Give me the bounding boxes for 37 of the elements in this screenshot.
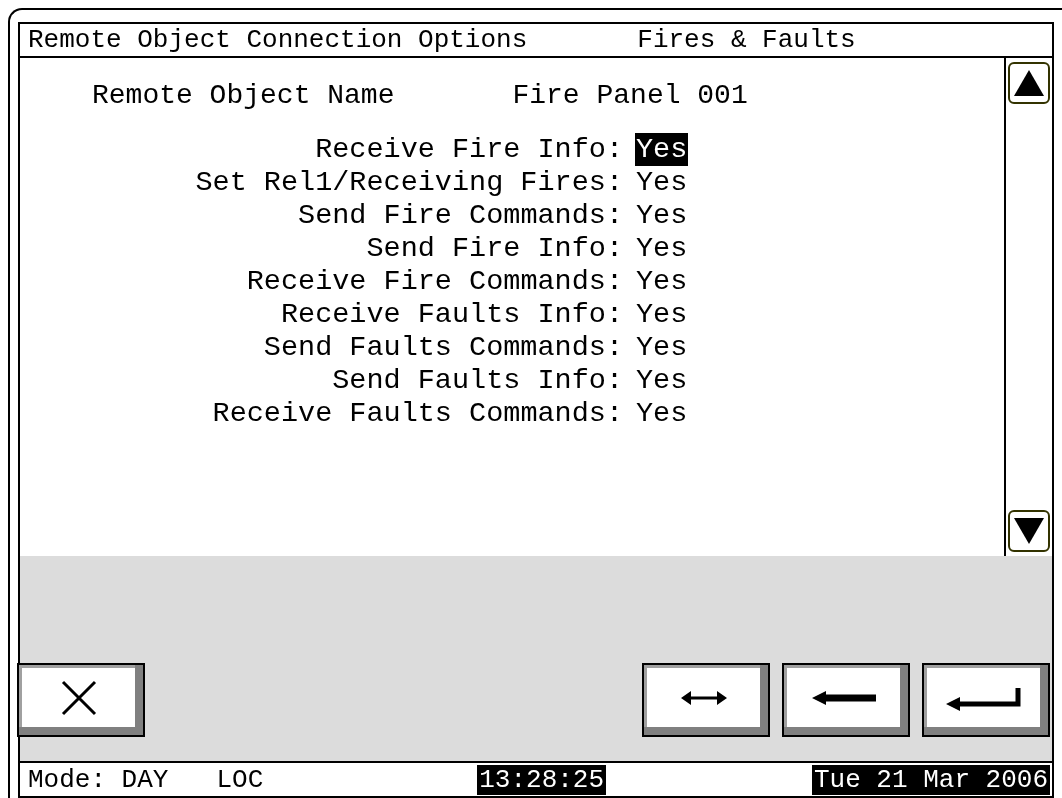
time-text: 13:28:25 — [477, 764, 607, 795]
field-label: Remote Object Name — [92, 79, 395, 111]
down-triangle-icon — [1014, 517, 1044, 544]
option-label: Send Fire Info: — [365, 231, 623, 265]
scroll-down-button[interactable] — [1008, 509, 1050, 552]
option-label: Send Faults Info: — [331, 363, 623, 397]
option-label: Receive Fire Commands: — [245, 264, 623, 298]
option-value[interactable]: Yes — [635, 198, 689, 232]
scroll-up-button[interactable] — [1008, 61, 1050, 104]
option-value[interactable]: Yes — [635, 297, 689, 331]
option-value[interactable]: Yes — [635, 330, 689, 364]
option-value[interactable]: Yes — [635, 165, 689, 199]
option-label: Receive Faults Info: — [279, 297, 623, 331]
left-arrow-icon — [811, 689, 876, 706]
option-value[interactable]: Yes — [635, 132, 689, 166]
enter-button[interactable] — [922, 663, 1050, 738]
mode-text: Mode: DAY — [28, 764, 169, 795]
option-value[interactable]: Yes — [635, 363, 689, 397]
cancel-button[interactable] — [17, 663, 145, 738]
section-title: Fires & Faults — [637, 24, 856, 55]
location-text: LOC — [216, 764, 264, 795]
option-value[interactable]: Yes — [635, 396, 689, 430]
up-triangle-icon — [1014, 69, 1044, 96]
option-value[interactable]: Yes — [635, 231, 689, 265]
double-arrow-icon — [680, 689, 727, 706]
option-label: Set Rel1/Receiving Fires: — [194, 165, 623, 199]
back-button[interactable] — [782, 663, 910, 738]
option-label: Receive Fire Info: — [314, 132, 623, 166]
screen-title: Remote Object Connection Options — [28, 24, 528, 55]
toggle-button[interactable] — [642, 663, 770, 738]
option-value[interactable]: Yes — [635, 264, 689, 298]
date-text: Tue 21 Mar 2006 — [811, 764, 1050, 795]
option-label: Receive Faults Commands: — [211, 396, 623, 430]
option-label: Send Fire Commands: — [297, 198, 623, 232]
option-label: Send Faults Commands: — [262, 330, 623, 364]
object-name: Fire Panel 001 — [512, 79, 748, 111]
close-icon — [59, 678, 98, 717]
